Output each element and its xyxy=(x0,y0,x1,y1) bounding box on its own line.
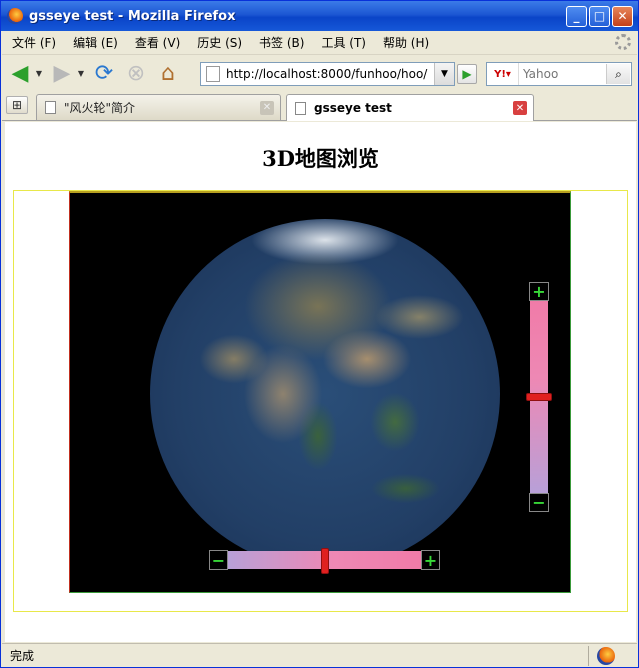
go-button[interactable]: ▶ xyxy=(457,64,477,84)
search-magnifier-icon[interactable]: ⌕ xyxy=(606,64,630,84)
url-bar[interactable]: http://localhost:8000/funhoo/hoo/ ▼ xyxy=(200,62,455,86)
browser-window: gsseye test - Mozilla Firefox _ □ ✕ 文件 (… xyxy=(0,0,639,668)
vertical-zoom-slider[interactable]: + − xyxy=(526,282,552,512)
minimize-button[interactable]: _ xyxy=(566,5,587,27)
menu-bookmarks[interactable]: 书签 (B) xyxy=(249,34,311,51)
maximize-button[interactable]: □ xyxy=(589,5,610,27)
back-button[interactable]: ◀ xyxy=(6,59,34,87)
status-divider xyxy=(588,645,589,666)
status-bar: 完成 xyxy=(2,643,637,667)
tab-fenghuolun[interactable]: "风火轮"简介 ✕ xyxy=(36,94,281,120)
firefox-status-icon[interactable] xyxy=(597,646,615,665)
url-dropdown-icon[interactable]: ▼ xyxy=(434,63,454,85)
tab-label: "风火轮"简介 xyxy=(64,101,136,115)
vertical-slider-thumb[interactable] xyxy=(526,393,552,401)
tab-close-icon[interactable]: ✕ xyxy=(260,100,274,115)
new-tab-icon[interactable]: ⊞ xyxy=(6,96,28,114)
menu-tools[interactable]: 工具 (T) xyxy=(311,34,373,51)
horizontal-increase-button[interactable]: + xyxy=(421,550,440,570)
menu-file[interactable]: 文件 (F) xyxy=(2,34,63,51)
page-title: 3D地图浏览 xyxy=(262,146,379,171)
vertical-zoom-out-button[interactable]: − xyxy=(529,493,549,512)
search-input[interactable] xyxy=(523,67,607,81)
menu-help[interactable]: 帮助 (H) xyxy=(373,34,436,51)
menu-bar: 文件 (F) 编辑 (E) 查看 (V) 历史 (S) 书签 (B) 工具 (T… xyxy=(2,31,637,53)
back-history-dropdown[interactable]: ▼ xyxy=(34,69,44,78)
url-text[interactable]: http://localhost:8000/funhoo/hoo/ xyxy=(226,67,427,81)
horizontal-decrease-button[interactable]: − xyxy=(209,550,228,570)
throbber-icon xyxy=(615,34,631,50)
menu-view[interactable]: 查看 (V) xyxy=(125,34,187,51)
firefox-icon xyxy=(7,8,23,24)
status-text: 完成 xyxy=(10,649,35,663)
navigation-toolbar: ◀ ▼ ▶ ▼ ⟳ ⊗ ⌂ http://localhost:8000/funh… xyxy=(2,54,637,91)
page-icon xyxy=(206,66,220,82)
menu-history[interactable]: 历史 (S) xyxy=(187,34,249,51)
vertical-zoom-in-button[interactable]: + xyxy=(529,282,549,301)
tab-close-icon[interactable]: ✕ xyxy=(513,101,527,115)
3d-map-viewport[interactable]: + − − + xyxy=(69,191,571,593)
home-button[interactable]: ⌂ xyxy=(154,59,182,87)
globe-earth[interactable] xyxy=(150,219,500,569)
vertical-slider-track[interactable] xyxy=(526,301,552,493)
reload-button[interactable]: ⟳ xyxy=(90,59,118,87)
menu-edit[interactable]: 编辑 (E) xyxy=(63,34,125,51)
page-content: 3D地图浏览 + − − + xyxy=(5,122,636,642)
window-title: gsseye test - Mozilla Firefox xyxy=(29,8,236,24)
stop-button[interactable]: ⊗ xyxy=(122,59,150,87)
forward-button[interactable]: ▶ xyxy=(48,59,76,87)
horizontal-slider-track[interactable] xyxy=(228,548,421,574)
search-bar[interactable]: Y!▾ ⌕ xyxy=(486,62,632,86)
close-window-button[interactable]: ✕ xyxy=(612,5,633,27)
horizontal-slider-thumb[interactable] xyxy=(320,548,329,574)
tab-label: gsseye test xyxy=(314,101,392,115)
page-icon xyxy=(45,101,56,114)
page-icon xyxy=(295,101,306,115)
tab-gsseye-test[interactable]: gsseye test ✕ xyxy=(286,94,534,121)
forward-history-dropdown[interactable]: ▼ xyxy=(76,69,86,78)
title-bar: gsseye test - Mozilla Firefox _ □ ✕ xyxy=(1,1,638,31)
search-engine-icon[interactable]: Y! ▾ xyxy=(487,63,519,85)
horizontal-rotate-slider[interactable]: − + xyxy=(209,548,441,574)
search-engine-label: Y! xyxy=(494,68,506,80)
tab-bar: ⊞ "风火轮"简介 ✕ gsseye test ✕ xyxy=(2,92,637,121)
